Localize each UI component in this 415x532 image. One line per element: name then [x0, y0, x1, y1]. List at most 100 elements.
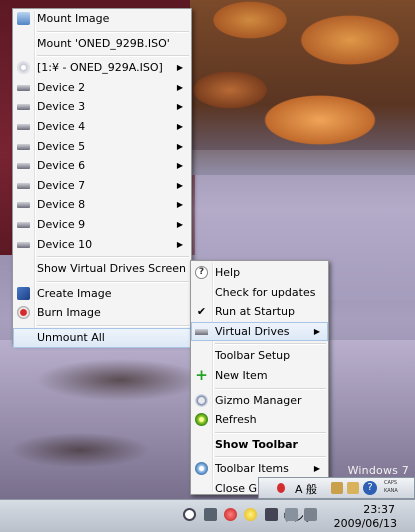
menu-item-label: New Item	[215, 368, 268, 382]
menu-item-show-vd-screen[interactable]: Show Virtual Drives Screen	[13, 259, 191, 279]
submenu-arrow-icon: ▶	[176, 63, 183, 73]
menu-item-toolbar-setup[interactable]: Toolbar Setup	[191, 346, 328, 366]
drive-icon	[17, 163, 30, 170]
keyboard-tray-icon[interactable]	[204, 508, 217, 521]
language-bar: A 般 ? CAPS KANA	[258, 477, 415, 499]
drive-icon	[17, 221, 30, 228]
menu-item-device-4[interactable]: Device 4 ▶	[13, 117, 191, 137]
menu-item-label: Run at Startup	[215, 305, 295, 319]
menu-item-device-10[interactable]: Device 10 ▶	[13, 235, 191, 255]
menu-item-device-6[interactable]: Device 6 ▶	[13, 156, 191, 176]
plus-icon: +	[195, 365, 208, 384]
volume-tray-icon[interactable]	[304, 508, 317, 521]
virtual-drive-context-menu: Mount Image Mount 'ONED_929B.ISO' [1:¥ -…	[12, 8, 192, 348]
submenu-arrow-icon: ▶	[313, 464, 320, 474]
drive-icon	[195, 328, 208, 335]
menu-item-label: Mount 'ONED_929B.ISO'	[37, 36, 170, 50]
wallpaper-rocks	[190, 0, 415, 175]
tools-icon[interactable]	[347, 482, 359, 494]
help-icon[interactable]: ?	[363, 481, 377, 495]
menu-item-device-1[interactable]: [1:¥ - ONED_929A.ISO] ▶	[13, 58, 191, 78]
menu-item-label: Device 4	[37, 119, 86, 133]
drive-icon	[17, 84, 30, 91]
checkmark-icon: ✔	[196, 305, 207, 319]
ime-mode-button[interactable]: A 般	[295, 481, 317, 497]
dictionary-icon[interactable]	[331, 482, 343, 494]
submenu-arrow-icon: ▶	[176, 219, 183, 229]
alert-tray-icon[interactable]	[224, 508, 237, 521]
burn-icon	[17, 306, 30, 320]
menu-item-label: Gizmo Manager	[215, 393, 302, 407]
menu-item-device-9[interactable]: Device 9 ▶	[13, 215, 191, 235]
toolbar-items-icon	[195, 462, 208, 476]
menu-item-toolbar-items[interactable]: Toolbar Items ▶	[191, 459, 328, 479]
caps-kana-indicator: CAPS KANA	[384, 479, 398, 495]
menu-item-label: Refresh	[215, 413, 257, 427]
menu-item-burn-image[interactable]: Burn Image	[13, 303, 191, 323]
clock-date[interactable]: 2009/06/13	[334, 517, 397, 530]
menu-item-device-2[interactable]: Device 2 ▶	[13, 78, 191, 98]
menu-item-new-item[interactable]: + New Item	[191, 366, 328, 386]
menu-item-label: [1:¥ - ONED_929A.ISO]	[37, 61, 163, 75]
submenu-arrow-icon: ▶	[313, 326, 320, 336]
smiley-tray-icon[interactable]	[244, 508, 257, 521]
menu-item-label: Device 2	[37, 80, 86, 94]
gizmo-tray-icon[interactable]	[183, 508, 196, 521]
menu-item-label: Toolbar Items	[215, 462, 289, 476]
menu-item-gizmo-manager[interactable]: Gizmo Manager	[191, 391, 328, 411]
menu-item-label: Device 5	[37, 139, 86, 153]
menu-item-device-5[interactable]: Device 5 ▶	[13, 137, 191, 157]
submenu-arrow-icon: ▶	[176, 180, 183, 190]
menu-item-label: Create Image	[37, 286, 112, 300]
menu-item-virtual-drives[interactable]: Virtual Drives ▶	[191, 321, 328, 342]
menu-item-label: Help	[215, 266, 241, 279]
menu-item-label: Burn Image	[37, 306, 101, 320]
drive-icon	[17, 202, 30, 209]
network-tray-icon[interactable]	[285, 508, 298, 521]
submenu-arrow-icon: ▶	[176, 82, 183, 92]
drive-icon	[17, 143, 30, 150]
menu-item-check-updates[interactable]: Check for updates	[191, 283, 328, 303]
drive-icon	[17, 241, 30, 248]
menu-item-device-8[interactable]: Device 8 ▶	[13, 195, 191, 215]
menu-item-run-at-startup[interactable]: ✔ Run at Startup	[191, 302, 328, 322]
menu-item-label: Toolbar Setup	[215, 349, 291, 363]
submenu-arrow-icon: ▶	[176, 121, 183, 131]
ime-status-icon[interactable]	[277, 483, 285, 493]
menu-item-unmount-all[interactable]: Unmount All	[13, 327, 191, 348]
kana-indicator: KANA	[384, 488, 398, 494]
taskbar: リンク 23:37 2009/06/13	[0, 499, 415, 532]
menu-item-mount-iso[interactable]: Mount 'ONED_929B.ISO'	[13, 34, 191, 54]
submenu-arrow-icon: ▶	[176, 200, 183, 210]
menu-item-show-toolbar[interactable]: Show Toolbar	[191, 435, 328, 455]
menu-item-label: Device 7	[37, 178, 86, 192]
submenu-arrow-icon: ▶	[176, 161, 183, 171]
menu-item-label: Device 6	[37, 159, 86, 173]
menu-item-device-3[interactable]: Device 3 ▶	[13, 97, 191, 117]
menu-item-mount-image[interactable]: Mount Image	[13, 9, 191, 29]
menu-item-refresh[interactable]: Refresh	[191, 410, 328, 430]
menu-item-label: Show Toolbar	[215, 437, 298, 451]
menu-item-label: Show Virtual Drives Screen	[37, 262, 186, 276]
menu-item-device-7[interactable]: Device 7 ▶	[13, 176, 191, 196]
drive-icon	[17, 123, 30, 130]
menu-item-label: Device 10	[37, 237, 93, 251]
menu-item-create-image[interactable]: Create Image	[13, 284, 191, 304]
caps-indicator: CAPS	[384, 480, 398, 486]
clock-time[interactable]: 23:37	[363, 503, 395, 516]
drive-icon	[17, 104, 30, 111]
submenu-arrow-icon: ▶	[176, 141, 183, 151]
gizmo-icon	[195, 393, 208, 407]
submenu-arrow-icon: ▶	[176, 239, 183, 249]
flag-tray-icon[interactable]	[265, 508, 278, 521]
menu-item-label: Check for updates	[215, 285, 316, 299]
help-icon: ?	[195, 266, 208, 279]
gizmo-context-menu: ? Help Check for updates ✔ Run at Startu…	[190, 260, 329, 495]
menu-item-label: Mount Image	[37, 12, 110, 25]
drive-icon	[17, 182, 30, 189]
menu-item-help[interactable]: ? Help	[191, 263, 328, 283]
disc-icon	[17, 61, 30, 75]
menu-item-label: Device 3	[37, 100, 86, 114]
menu-item-label: Virtual Drives	[215, 324, 290, 338]
mount-icon	[17, 12, 30, 25]
